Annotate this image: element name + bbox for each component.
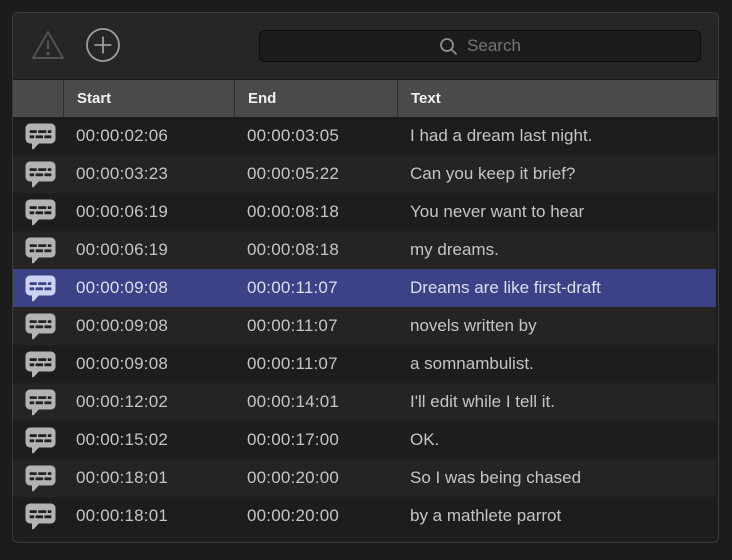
- cell-start: 00:00:03:23: [63, 155, 234, 193]
- cell-end: 00:00:05:22: [234, 155, 397, 193]
- cell-end: 00:00:11:07: [234, 307, 397, 345]
- scrollbar-track[interactable]: [716, 345, 718, 383]
- search-input[interactable]: Search: [259, 30, 701, 62]
- cell-text: a somnambulist.: [397, 345, 716, 383]
- caption-icon: [13, 237, 63, 264]
- scrollbar-track[interactable]: [716, 117, 718, 155]
- cell-end: 00:00:03:05: [234, 117, 397, 155]
- caption-icon: [13, 199, 63, 226]
- header-end[interactable]: End: [234, 80, 397, 117]
- add-caption-button[interactable]: [85, 27, 121, 66]
- cell-text: Can you keep it brief?: [397, 155, 716, 193]
- cell-start: 00:00:18:01: [63, 497, 234, 535]
- scrollbar-track[interactable]: [716, 421, 718, 459]
- caption-row[interactable]: 00:00:03:23 00:00:05:22 Can you keep it …: [13, 155, 718, 193]
- scrollbar-track[interactable]: [716, 193, 718, 231]
- scrollbar-track[interactable]: [716, 231, 718, 269]
- cell-end: 00:00:11:07: [234, 345, 397, 383]
- caption-icon: [13, 313, 63, 340]
- caption-row[interactable]: 00:00:12:02 00:00:14:01 I'll edit while …: [13, 383, 718, 421]
- captions-panel: Search Start End Text 00:00:02:06 00:00:…: [12, 12, 719, 543]
- table-header: Start End Text: [13, 79, 718, 117]
- cell-end: 00:00:20:00: [234, 497, 397, 535]
- header-scrollbar-corner: [716, 80, 719, 117]
- cell-start: 00:00:02:06: [63, 117, 234, 155]
- cell-end: 00:00:08:18: [234, 193, 397, 231]
- header-text[interactable]: Text: [397, 80, 716, 117]
- caption-row[interactable]: 00:00:09:08 00:00:11:07 Dreams are like …: [13, 269, 718, 307]
- cell-text: novels written by: [397, 307, 716, 345]
- caption-icon: [13, 123, 63, 150]
- validation-warning-button[interactable]: [29, 28, 67, 65]
- cell-start: 00:00:09:08: [63, 307, 234, 345]
- cell-text: So I was being chased: [397, 459, 716, 497]
- caption-icon: [13, 351, 63, 378]
- caption-icon: [13, 465, 63, 492]
- cell-text: my dreams.: [397, 231, 716, 269]
- header-icon-column[interactable]: [13, 80, 63, 117]
- warning-triangle-icon: [29, 28, 67, 65]
- caption-row[interactable]: 00:00:15:02 00:00:17:00 OK.: [13, 421, 718, 459]
- cell-text: I'll edit while I tell it.: [397, 383, 716, 421]
- scrollbar-track[interactable]: [716, 269, 718, 307]
- scrollbar-track[interactable]: [716, 155, 718, 193]
- scrollbar-track[interactable]: [716, 383, 718, 421]
- scrollbar-track[interactable]: [716, 497, 718, 535]
- cell-end: 00:00:11:07: [234, 269, 397, 307]
- caption-row[interactable]: 00:00:02:06 00:00:03:05 I had a dream la…: [13, 117, 718, 155]
- caption-row[interactable]: 00:00:06:19 00:00:08:18 my dreams.: [13, 231, 718, 269]
- scrollbar-track[interactable]: [716, 459, 718, 497]
- cell-text: by a mathlete parrot: [397, 497, 716, 535]
- cell-text: OK.: [397, 421, 716, 459]
- caption-list: 00:00:02:06 00:00:03:05 I had a dream la…: [13, 117, 718, 535]
- cell-start: 00:00:06:19: [63, 193, 234, 231]
- caption-icon: [13, 389, 63, 416]
- cell-start: 00:00:15:02: [63, 421, 234, 459]
- cell-start: 00:00:06:19: [63, 231, 234, 269]
- cell-text: I had a dream last night.: [397, 117, 716, 155]
- cell-end: 00:00:20:00: [234, 459, 397, 497]
- caption-icon: [13, 275, 63, 302]
- caption-row[interactable]: 00:00:18:01 00:00:20:00 So I was being c…: [13, 459, 718, 497]
- plus-circle-icon: [85, 27, 121, 66]
- search-icon: [439, 37, 458, 56]
- caption-row[interactable]: 00:00:18:01 00:00:20:00 by a mathlete pa…: [13, 497, 718, 535]
- cell-start: 00:00:12:02: [63, 383, 234, 421]
- cell-end: 00:00:14:01: [234, 383, 397, 421]
- header-start[interactable]: Start: [63, 80, 234, 117]
- cell-text: Dreams are like first-draft: [397, 269, 716, 307]
- cell-text: You never want to hear: [397, 193, 716, 231]
- cell-start: 00:00:09:08: [63, 345, 234, 383]
- caption-row[interactable]: 00:00:09:08 00:00:11:07 a somnambulist.: [13, 345, 718, 383]
- scrollbar-track[interactable]: [716, 307, 718, 345]
- search-placeholder: Search: [467, 36, 521, 56]
- caption-row[interactable]: 00:00:06:19 00:00:08:18 You never want t…: [13, 193, 718, 231]
- cell-start: 00:00:09:08: [63, 269, 234, 307]
- cell-start: 00:00:18:01: [63, 459, 234, 497]
- cell-end: 00:00:08:18: [234, 231, 397, 269]
- caption-icon: [13, 161, 63, 188]
- caption-icon: [13, 503, 63, 530]
- toolbar: Search: [13, 13, 718, 79]
- caption-icon: [13, 427, 63, 454]
- cell-end: 00:00:17:00: [234, 421, 397, 459]
- caption-row[interactable]: 00:00:09:08 00:00:11:07 novels written b…: [13, 307, 718, 345]
